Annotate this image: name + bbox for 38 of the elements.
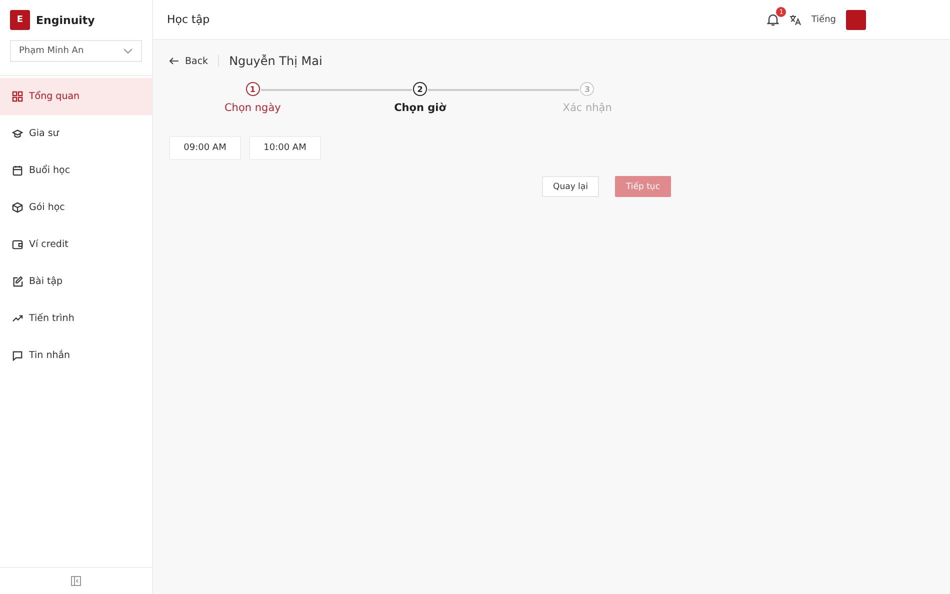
step-number: 2	[412, 82, 427, 96]
step-label: Chọn giờ	[394, 102, 446, 114]
page-title: Học tập	[167, 13, 210, 26]
sidebar-item[interactable]: Gói học	[0, 189, 152, 226]
sidebar-item[interactable]: Tổng quan	[0, 78, 152, 115]
time-slot-button[interactable]: 10:00 AM	[249, 136, 321, 160]
back-link[interactable]: Back	[169, 56, 208, 66]
edit-icon	[12, 276, 23, 287]
bell-icon[interactable]	[767, 13, 780, 26]
language-selector[interactable]: Tiếng	[811, 14, 836, 24]
sidebar-item[interactable]: Tiến trình	[0, 300, 152, 337]
trend-icon	[12, 313, 23, 324]
time-slot-button[interactable]: 09:00 AM	[169, 136, 241, 160]
sidebar-item[interactable]: Gia sư	[0, 115, 152, 152]
avatar[interactable]	[846, 10, 866, 30]
package-icon	[12, 202, 23, 213]
sidebar-item[interactable]: Ví credit	[0, 226, 152, 263]
graduation-cap-icon	[12, 128, 23, 139]
translate-icon[interactable]	[789, 14, 802, 26]
sidebar-item[interactable]: Buổi học	[0, 152, 152, 189]
brand-logo: E	[10, 10, 30, 30]
sidebar-item[interactable]: Tin nhắn	[0, 337, 152, 374]
step-label: Chọn ngày	[224, 102, 281, 114]
collapse-sidebar-icon[interactable]	[71, 576, 81, 586]
step-number: 1	[246, 82, 260, 96]
wallet-icon	[12, 239, 23, 250]
sidebar-item[interactable]: Bài tập	[0, 263, 152, 300]
tutor-name: Nguyễn Thị Mai	[229, 54, 322, 68]
student-select[interactable]: Phạm Minh An	[10, 40, 142, 62]
message-icon	[12, 350, 23, 361]
brand-name: Enginuity	[36, 14, 95, 26]
step-label: Xác nhận	[562, 102, 612, 114]
step-number: 3	[580, 82, 594, 96]
chevron-down-icon	[123, 48, 133, 54]
back-button[interactable]: Quay lại	[542, 176, 599, 197]
calendar-icon	[12, 165, 23, 176]
grid-icon	[12, 91, 23, 102]
arrow-left-icon	[169, 57, 179, 65]
